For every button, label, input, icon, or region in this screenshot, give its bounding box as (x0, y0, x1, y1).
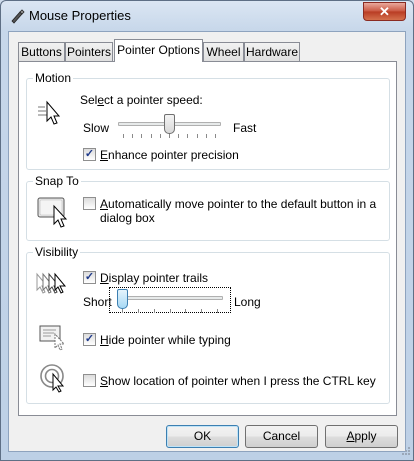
tab-label: Pointers (66, 45, 112, 59)
pointer-speed-icon (38, 100, 61, 125)
slider-tick (122, 309, 123, 313)
pointer-speed-label: Select a pointer speed: (80, 93, 203, 107)
slider-tick (185, 309, 186, 313)
tab-pointer-options[interactable]: Pointer Options (114, 39, 203, 62)
show-location-checkbox[interactable] (83, 374, 96, 387)
snap-to-label-line2[interactable]: dialog box (100, 211, 155, 225)
slider-tick (215, 134, 216, 138)
ok-label: OK (193, 429, 212, 443)
tab-label: Hardware (245, 45, 299, 59)
checkmark-icon: ✓ (84, 333, 95, 345)
tab-wheel[interactable]: Wheel (203, 42, 244, 61)
tab-label: Wheel (206, 45, 241, 59)
slider-tick (138, 309, 139, 313)
short-label: Short (83, 295, 112, 309)
show-label-text: how location of pointer when I press the… (108, 374, 376, 388)
mouse-icon (11, 9, 25, 24)
visibility-group: Visibility ✓ Display pointer trails Shor… (26, 245, 390, 404)
speed-slider-thumb[interactable] (164, 114, 175, 134)
slider-tick (141, 134, 142, 138)
enhance-precision-checkbox[interactable]: ✓ (83, 148, 96, 161)
slider-tick (151, 134, 152, 138)
slider-tick (217, 309, 218, 313)
trail-slider-track (117, 296, 223, 300)
title-bar[interactable]: Mouse Properties ✕ (1, 1, 413, 31)
display-trails-checkbox[interactable]: ✓ (83, 271, 96, 284)
snap-to-group-label: Snap To (33, 174, 81, 188)
speed-label-part: ct a pointer speed: (104, 93, 203, 107)
slider-tick (178, 134, 179, 138)
checkmark-icon: ✓ (84, 148, 95, 160)
slider-tick (170, 309, 171, 313)
tab-buttons[interactable]: Buttons (18, 42, 65, 61)
snap-to-checkbox[interactable] (83, 197, 96, 210)
snap-accesskey: A (100, 197, 109, 211)
slow-label: Slow (83, 121, 110, 135)
slider-tick (201, 309, 202, 313)
enhance-precision-label[interactable]: Enhance pointer precision (100, 148, 239, 162)
display-trails-label[interactable]: Display pointer trails (100, 271, 208, 285)
snap-to-group: Snap To Automatically move pointer to th… (26, 174, 390, 241)
mouse-properties-window: Mouse Properties ✕ Buttons Pointers Poin… (0, 0, 414, 461)
slider-tick (187, 134, 188, 138)
show-location-label[interactable]: Show location of pointer when I press th… (100, 374, 376, 388)
slider-tick (154, 309, 155, 313)
long-label: Long (234, 295, 261, 309)
slider-tick (206, 134, 207, 138)
slider-tick (132, 134, 133, 138)
slider-tick (197, 134, 198, 138)
slider-tick (169, 134, 170, 138)
apply-button[interactable]: Apply (325, 425, 398, 448)
hide-pointer-label[interactable]: Hide pointer while typing (100, 333, 231, 347)
tab-pointers[interactable]: Pointers (65, 42, 113, 61)
snap-to-label[interactable]: Automatically move pointer to the defaul… (100, 197, 376, 211)
precision-accesskey: E (100, 148, 109, 162)
hide-accesskey: H (100, 333, 109, 347)
slider-tick (123, 134, 124, 138)
dialog-client-area: Buttons Pointers Pointer Options Wheel H… (8, 31, 406, 452)
close-button[interactable]: ✕ (363, 2, 406, 21)
resize-grip-icon[interactable] (399, 446, 411, 458)
slider-tick (160, 134, 161, 138)
cancel-button[interactable]: Cancel (245, 425, 318, 448)
fast-label: Fast (233, 121, 257, 135)
speed-label-part: Sel (80, 93, 98, 107)
tab-hardware[interactable]: Hardware (244, 42, 300, 61)
motion-group: Motion Select a pointer speed: Slow Fast… (26, 71, 390, 170)
visibility-group-label: Visibility (33, 245, 81, 259)
close-icon: ✕ (379, 4, 390, 19)
trails-accesskey: D (100, 271, 109, 285)
show-accesskey: S (100, 374, 109, 388)
apply-label: pply (354, 429, 377, 443)
snap-label-line1: utomatically move pointer to the default… (108, 197, 377, 211)
apply-accesskey: A (346, 429, 355, 443)
tab-label: Buttons (21, 45, 62, 59)
hide-pointer-checkbox[interactable]: ✓ (83, 333, 96, 346)
ok-button[interactable]: OK (166, 425, 239, 448)
cancel-label: Cancel (262, 429, 301, 443)
checkmark-icon: ✓ (84, 271, 95, 283)
hide-pointer-icon (39, 325, 66, 351)
pointer-options-panel: Motion Select a pointer speed: Slow Fast… (18, 61, 397, 416)
motion-group-label: Motion (33, 71, 74, 85)
trails-label-text: isplay pointer trails (108, 271, 209, 285)
window-title: Mouse Properties (29, 8, 131, 23)
trail-slider-thumb[interactable] (117, 289, 128, 309)
show-location-icon (40, 364, 65, 393)
snap-to-button-icon (37, 197, 68, 228)
hide-label-text: ide pointer while typing (108, 333, 231, 347)
precision-label-text: nhance pointer precision (108, 148, 239, 162)
pointer-trails-icon (36, 272, 67, 294)
tab-label: Pointer Options (117, 43, 200, 57)
